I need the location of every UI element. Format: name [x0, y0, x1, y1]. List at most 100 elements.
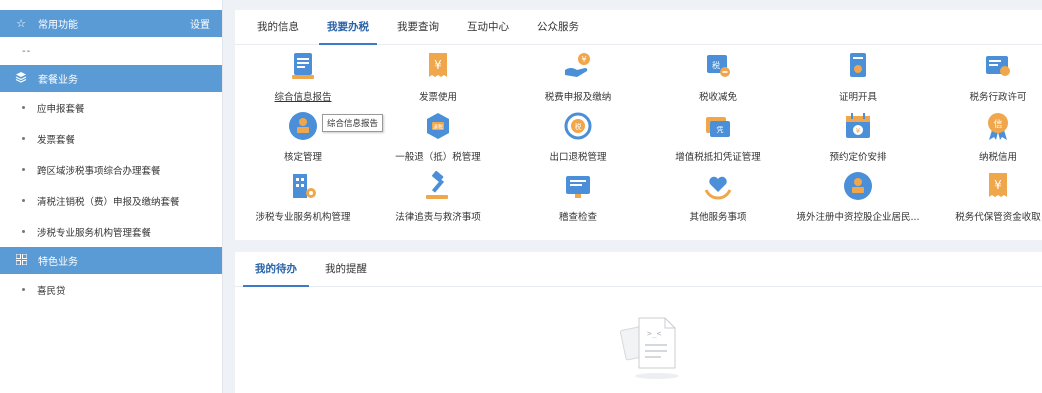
credit-medal-icon: 信: [988, 113, 1008, 140]
service-label: 稽查检查: [558, 212, 597, 223]
bullet-icon: [22, 106, 25, 109]
bullet-icon: [22, 168, 25, 171]
service-item-tax-payment[interactable]: ¥ 税费申报及缴纳: [508, 50, 648, 110]
gavel-icon: [426, 170, 448, 199]
sidebar-section-common[interactable]: ☆ 常用功能 设置: [0, 10, 222, 37]
svg-text:凭: 凭: [717, 125, 724, 134]
svg-text:税: 税: [712, 60, 720, 70]
sidebar-section-title: 套餐业务: [38, 75, 78, 86]
tab-my-info[interactable]: 我的信息: [243, 9, 313, 44]
service-item-overseas[interactable]: 境外注册中资控股企业居民...: [788, 170, 928, 230]
svg-text:>_<: >_<: [647, 329, 662, 338]
empty-state-illustration-icon: >_<: [620, 317, 679, 379]
sidebar-item[interactable]: 跨区域涉税事项综合办理套餐: [0, 154, 222, 185]
svg-text:¥: ¥: [434, 58, 442, 72]
service-label: 综合信息报告: [274, 92, 332, 103]
service-label: 涉税专业服务机构管理: [255, 212, 351, 223]
report-icon: [292, 53, 314, 79]
tab-my-reminders[interactable]: 我的提醒: [311, 251, 381, 286]
sidebar-empty-placeholder: --: [22, 45, 32, 57]
sidebar-section-title: 常用功能: [38, 20, 78, 31]
service-item-inspection[interactable]: 稽查检查: [508, 170, 648, 230]
bullet-icon: [22, 199, 25, 202]
inspection-icon: [566, 176, 590, 198]
service-label: 增值税抵扣凭证管理: [675, 152, 761, 163]
overseas-stamp-icon: [844, 172, 872, 200]
heart-hand-icon: [704, 176, 732, 200]
tab-public-service[interactable]: 公众服务: [523, 9, 593, 44]
tax-relief-icon: 税: [707, 55, 730, 77]
service-label: 税收减免: [698, 92, 737, 103]
svg-text:税: 税: [575, 122, 582, 131]
service-item-custody[interactable]: ¥ 税务代保管资金收取: [928, 170, 1042, 230]
service-item-admin-license[interactable]: 税务行政许可: [928, 50, 1042, 110]
sidebar-section-title: 特色业务: [38, 257, 78, 268]
svg-text:¥: ¥: [994, 178, 1002, 192]
service-item-pricing[interactable]: ¥ 预约定价安排: [788, 110, 928, 170]
service-label: 境外注册中资控股企业居民...: [796, 212, 920, 223]
service-label: 发票使用: [418, 92, 457, 103]
layers-icon: [14, 71, 28, 86]
bullet-icon: [22, 230, 25, 233]
service-item-report[interactable]: 综合信息报告: [233, 50, 373, 110]
sidebar-item[interactable]: 涉税专业服务机构管理套餐: [0, 216, 222, 247]
service-label: 税务代保管资金收取: [955, 212, 1041, 223]
sidebar-section-special[interactable]: 特色业务: [0, 247, 222, 274]
todo-tabs: 我的待办 我的提醒: [235, 252, 1042, 287]
sidebar-item[interactable]: 发票套餐: [0, 123, 222, 154]
service-item-export-refund[interactable]: 税 出口退税管理: [508, 110, 648, 170]
service-label: 其他服务事项: [689, 212, 747, 223]
approval-stamp-icon: [289, 112, 317, 140]
service-label: 一般退（抵）税管理: [395, 152, 481, 163]
service-label: 纳税信用: [978, 152, 1017, 163]
sidebar: ☆ 常用功能 设置 -- 套餐业务 应申报套餐 发票套餐 跨区域涉税事项综合办理…: [0, 0, 223, 393]
bullet-icon: [22, 288, 25, 291]
calendar-icon: ¥: [846, 113, 870, 138]
sidebar-section-package[interactable]: 套餐业务: [0, 65, 222, 92]
service-item-other[interactable]: 其他服务事项: [648, 170, 788, 230]
service-item-vat-voucher[interactable]: 凭 增值税抵扣凭证管理: [648, 110, 788, 170]
settings-link[interactable]: 设置: [190, 16, 210, 31]
custody-fund-icon: ¥: [989, 173, 1007, 197]
admin-license-icon: [986, 56, 1010, 76]
svg-text:¥: ¥: [856, 127, 861, 135]
sidebar-item-label: 喜民贷: [37, 285, 66, 297]
refund-icon: 退税: [427, 113, 449, 139]
tab-my-todos[interactable]: 我的待办: [241, 251, 311, 287]
sidebar-item-label: 跨区域涉税事项综合办理套餐: [37, 165, 161, 177]
service-item-legal[interactable]: 法律追责与救济事项: [368, 170, 508, 230]
main-tabs: 我的信息 我要办税 我要查询 互动中心 公众服务: [235, 10, 1042, 45]
sidebar-item-label: 清税注销税（费）申报及缴纳套餐: [37, 196, 180, 208]
service-label: 法律追责与救济事项: [395, 212, 481, 223]
tab-tax-handling[interactable]: 我要办税: [313, 9, 383, 45]
service-item-refund[interactable]: 退税 一般退（抵）税管理: [368, 110, 508, 170]
service-item-certificate[interactable]: 证明开具: [788, 50, 928, 110]
grid-icon: [14, 253, 28, 268]
svg-text:¥: ¥: [581, 55, 586, 64]
service-label: 税费申报及缴纳: [544, 92, 612, 103]
sidebar-item-label: 应申报套餐: [37, 103, 85, 115]
service-label: 证明开具: [838, 92, 877, 103]
vat-voucher-icon: 凭: [706, 117, 730, 137]
svg-text:信: 信: [993, 118, 1002, 130]
service-label: 预约定价安排: [829, 152, 887, 163]
invoice-icon: ¥: [429, 53, 447, 77]
sidebar-item[interactable]: 喜民贷: [0, 274, 222, 305]
certificate-icon: [850, 53, 866, 77]
tab-interaction[interactable]: 互动中心: [453, 9, 523, 44]
tax-payment-icon: ¥: [565, 53, 590, 77]
sidebar-item-label: 发票套餐: [37, 134, 76, 146]
sidebar-item-label: 涉税专业服务机构管理套餐: [37, 227, 152, 239]
service-item-credit[interactable]: 信 纳税信用: [928, 110, 1042, 170]
tab-query[interactable]: 我要查询: [383, 9, 453, 44]
sidebar-item[interactable]: 清税注销税（费）申报及缴纳套餐: [0, 185, 222, 216]
sidebar-item[interactable]: 应申报套餐: [0, 92, 222, 123]
service-label: 出口退税管理: [549, 152, 607, 163]
service-label: 税务行政许可: [969, 92, 1027, 103]
service-item-agency[interactable]: 涉税专业服务机构管理: [233, 170, 373, 230]
building-gear-icon: [293, 174, 316, 198]
star-icon: ☆: [16, 17, 26, 30]
service-item-tax-relief[interactable]: 税 税收减免: [648, 50, 788, 110]
todo-panel: 我的待办 我的提醒 >_<: [235, 252, 1042, 393]
service-item-invoice[interactable]: ¥ 发票使用: [368, 50, 508, 110]
